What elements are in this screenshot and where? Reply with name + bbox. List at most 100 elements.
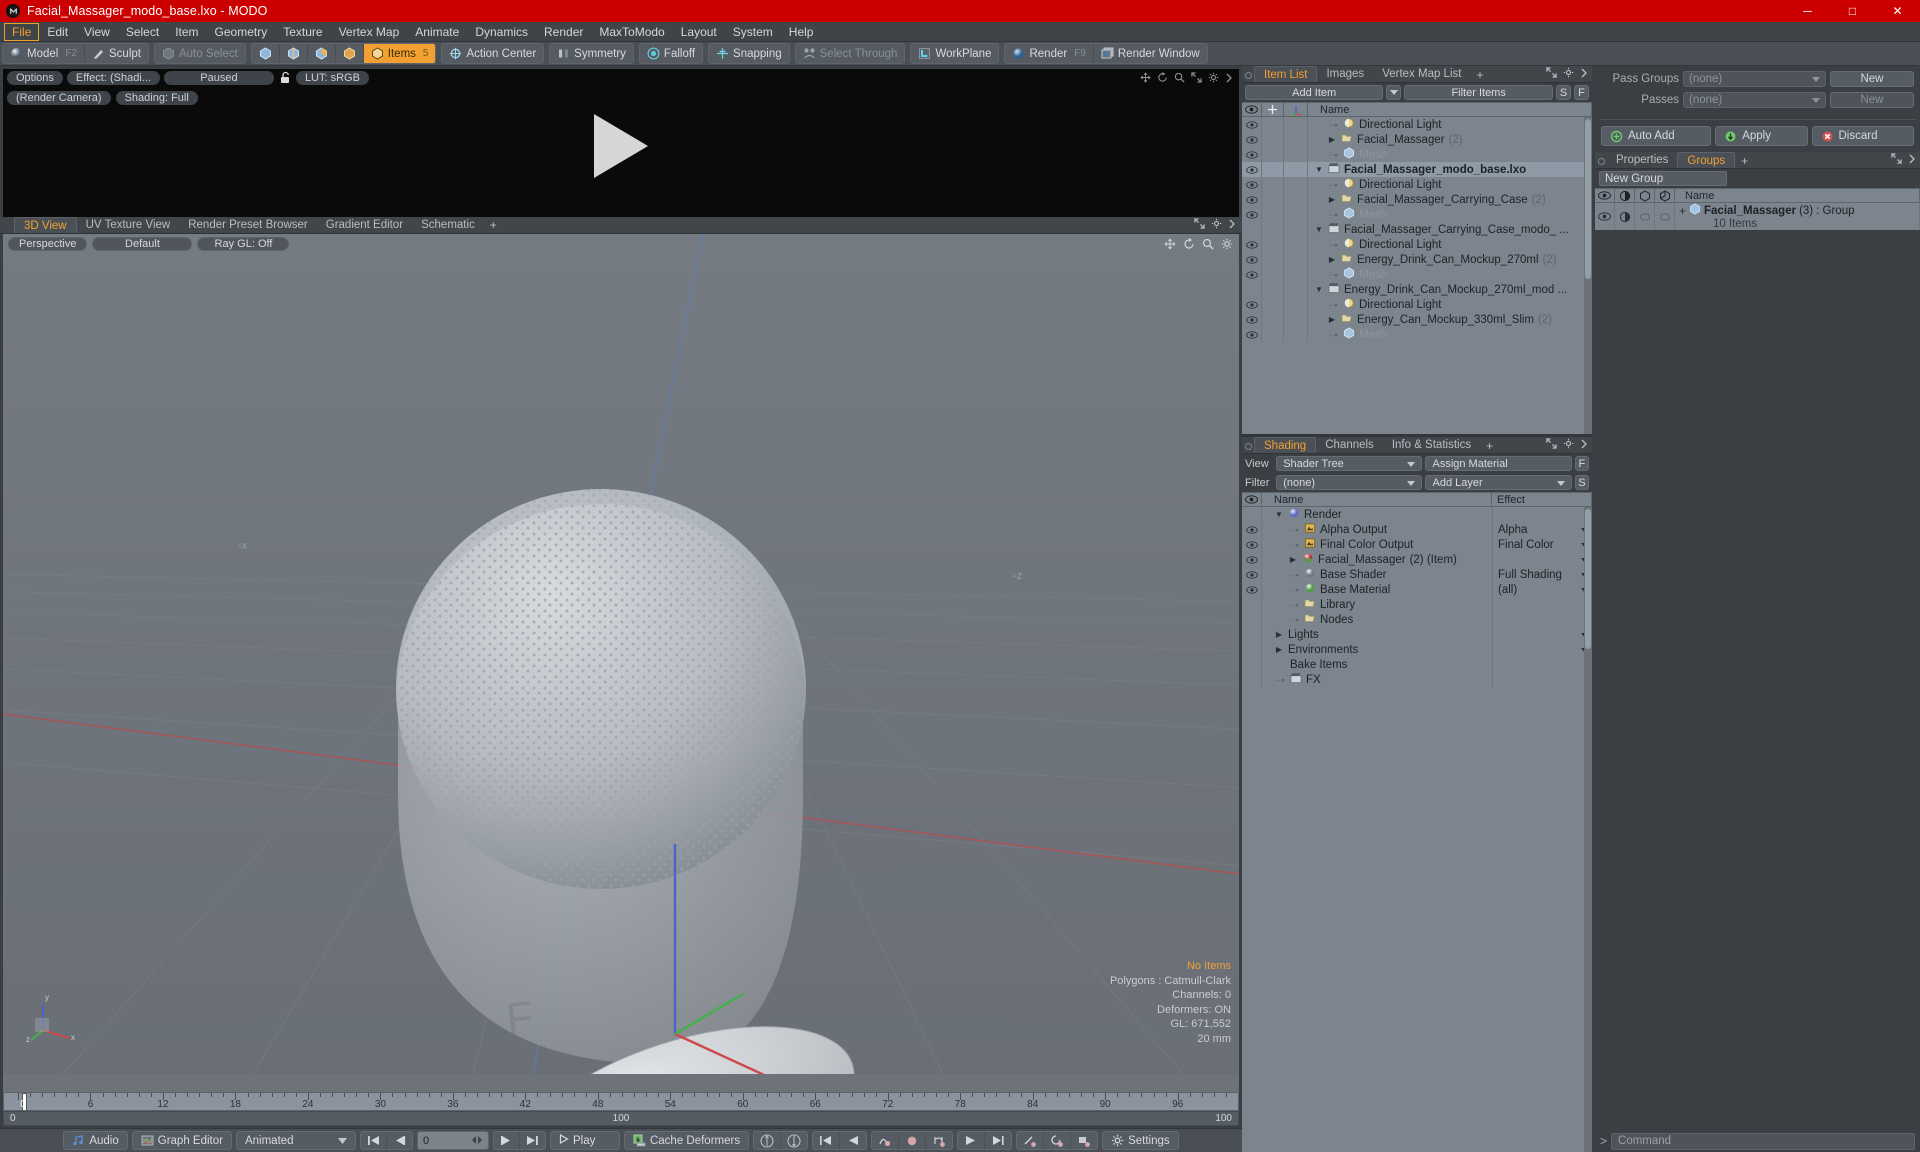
- create-key-button[interactable]: [899, 1132, 927, 1149]
- lock-cell[interactable]: [1262, 192, 1284, 207]
- shading-tree-row[interactable]: ··▪ Nodes: [1242, 612, 1592, 627]
- apply-button[interactable]: Apply: [1715, 126, 1808, 146]
- shading-visibility-toggle[interactable]: [1242, 552, 1262, 567]
- list-item[interactable]: ··▪ Mesh: [1242, 327, 1592, 342]
- axis-cell[interactable]: [1284, 207, 1308, 222]
- timeline-ruler[interactable]: 6 12 18 24 30 36 42 48 54 60 66 72 78 84 90 96 0: [3, 1092, 1239, 1111]
- item-list-tree[interactable]: ··▪ Directional Light ▶ Facial_Massager (2) ·…: [1242, 117, 1592, 434]
- new-pass-group-button[interactable]: New: [1830, 71, 1914, 87]
- shading-tree-row[interactable]: ▶ Environments: [1242, 642, 1592, 657]
- add-item-dropdown[interactable]: [1386, 85, 1402, 100]
- shading-visibility-toggle[interactable]: [1242, 627, 1262, 642]
- shading-visibility-toggle[interactable]: [1242, 642, 1262, 657]
- axis-cell[interactable]: [1284, 147, 1308, 162]
- visibility-toggle[interactable]: [1242, 237, 1262, 252]
- items-mode-button[interactable]: Items 5: [363, 44, 436, 63]
- visibility-toggle[interactable]: [1242, 117, 1262, 132]
- item-list-gear-icon[interactable]: [1563, 67, 1574, 81]
- list-item[interactable]: ··▪ Directional Light: [1242, 297, 1592, 312]
- viewport-rotate-icon[interactable]: [1183, 238, 1195, 253]
- caret-down-icon[interactable]: ▼: [1314, 165, 1324, 174]
- tab-uv-texture-view[interactable]: UV Texture View: [77, 217, 180, 233]
- key-all-channels-button[interactable]: [754, 1132, 782, 1149]
- caret-right-icon[interactable]: ▶: [1327, 315, 1337, 324]
- tab-3d-view[interactable]: 3D View: [14, 217, 77, 233]
- list-item[interactable]: ··▪ Mesh: [1242, 207, 1592, 222]
- lock-cell[interactable]: [1262, 177, 1284, 192]
- frame-spinner-icon[interactable]: [471, 1135, 483, 1147]
- graph-editor-button[interactable]: Graph Editor: [131, 1131, 232, 1150]
- caret-right-icon[interactable]: ▶: [1327, 135, 1337, 144]
- next-frame-button[interactable]: [494, 1132, 520, 1149]
- menu-texture[interactable]: Texture: [275, 23, 330, 41]
- preview-state-button[interactable]: Paused: [163, 71, 274, 85]
- viewport-shading-preset-button[interactable]: Default: [92, 237, 193, 251]
- timeline[interactable]: 6 12 18 24 30 36 42 48 54 60 66 72 78 84 90 96 0 0 100 1…: [3, 1092, 1239, 1128]
- visibility-toggle[interactable]: [1242, 327, 1262, 342]
- axis-cell[interactable]: [1284, 252, 1308, 267]
- shading-tree-row[interactable]: ··▪ FX: [1242, 672, 1592, 687]
- tab-item-list[interactable]: Item List: [1254, 66, 1318, 82]
- menu-edit[interactable]: Edit: [39, 23, 76, 41]
- list-item[interactable]: ▶ Energy_Drink_Can_Mockup_270ml (2): [1242, 252, 1592, 267]
- tab-render-preset-browser[interactable]: Render Preset Browser: [179, 217, 317, 233]
- viewport-chevron-icon[interactable]: [1228, 218, 1236, 232]
- menu-file[interactable]: File: [4, 22, 40, 41]
- viewport-gear-icon[interactable]: [1211, 218, 1222, 232]
- groups-panel-grip-dot[interactable]: [1598, 158, 1605, 165]
- snapping-button[interactable]: Snapping: [709, 44, 789, 63]
- add-item-list-tab-button[interactable]: +: [1470, 68, 1489, 82]
- shader-tree-dropdown[interactable]: Shader Tree: [1276, 456, 1423, 471]
- panel-grip-dot[interactable]: [1245, 72, 1252, 79]
- polygon-mode-button[interactable]: [307, 44, 336, 63]
- chevron-right-icon[interactable]: [1225, 72, 1233, 86]
- shading-panel-grip-dot[interactable]: [1245, 443, 1252, 450]
- item-list-s-button[interactable]: S: [1556, 85, 1571, 100]
- render-window-button[interactable]: Render Window: [1093, 44, 1207, 63]
- caret-down-icon[interactable]: ▼: [1314, 285, 1324, 294]
- list-item[interactable]: ▶ Facial_Massager_Carrying_Case (2): [1242, 192, 1592, 207]
- model-mode-button[interactable]: Model F2: [3, 44, 85, 63]
- go-to-end-button[interactable]: [520, 1132, 545, 1149]
- unlock-icon[interactable]: [278, 71, 292, 85]
- menu-dynamics[interactable]: Dynamics: [467, 23, 536, 41]
- lock-cell[interactable]: [1262, 237, 1284, 252]
- visibility-toggle[interactable]: [1242, 207, 1262, 222]
- list-item[interactable]: ··▪ Directional Light: [1242, 177, 1592, 192]
- group-shade-toggle[interactable]: [1615, 203, 1635, 230]
- menu-render[interactable]: Render: [536, 23, 591, 41]
- minimize-button[interactable]: ─: [1785, 0, 1830, 22]
- play-triangle-icon[interactable]: [594, 113, 648, 178]
- shading-tree-row[interactable]: ··▪ Base Material (all): [1242, 582, 1592, 597]
- shading-row-effect[interactable]: [1492, 657, 1592, 672]
- menu-maxtomodo[interactable]: MaxToModo: [591, 23, 672, 41]
- group-solid-toggle[interactable]: [1655, 203, 1675, 230]
- lock-cell[interactable]: [1262, 207, 1284, 222]
- axis-orientation-widget[interactable]: y x z: [25, 988, 81, 1044]
- slope-key-button[interactable]: [1017, 1132, 1045, 1149]
- shading-tree-row[interactable]: ▶ Facial_Massager (2) (Item): [1242, 552, 1592, 567]
- symmetry-button[interactable]: Symmetry: [550, 44, 633, 63]
- menu-select[interactable]: Select: [118, 23, 167, 41]
- shading-visibility-toggle[interactable]: [1242, 672, 1262, 687]
- visibility-toggle[interactable]: [1242, 267, 1262, 282]
- shading-row-effect[interactable]: (all): [1492, 582, 1592, 597]
- axis-cell[interactable]: [1284, 327, 1308, 342]
- axis-cell[interactable]: [1284, 282, 1308, 297]
- add-groups-tab-button[interactable]: +: [1735, 154, 1754, 168]
- lock-cell[interactable]: [1262, 327, 1284, 342]
- list-item[interactable]: ··▪ Mesh: [1242, 267, 1592, 282]
- rotate-icon[interactable]: [1157, 72, 1168, 86]
- viewport-3d[interactable]: -x -z F C: [3, 234, 1239, 1092]
- caret-right-icon[interactable]: ▶: [1274, 630, 1284, 639]
- shading-row-effect[interactable]: Final Color: [1492, 537, 1592, 552]
- menu-vertex-map[interactable]: Vertex Map: [331, 23, 408, 41]
- visibility-toggle[interactable]: [1242, 297, 1262, 312]
- menu-layout[interactable]: Layout: [673, 23, 725, 41]
- gear-icon[interactable]: [1208, 72, 1219, 86]
- maximize-preview-icon[interactable]: [1191, 72, 1202, 86]
- visibility-toggle[interactable]: [1242, 312, 1262, 327]
- list-item[interactable]: ▶ Facial_Massager (2): [1242, 132, 1592, 147]
- menu-geometry[interactable]: Geometry: [207, 23, 276, 41]
- caret-down-icon[interactable]: ▼: [1314, 225, 1324, 234]
